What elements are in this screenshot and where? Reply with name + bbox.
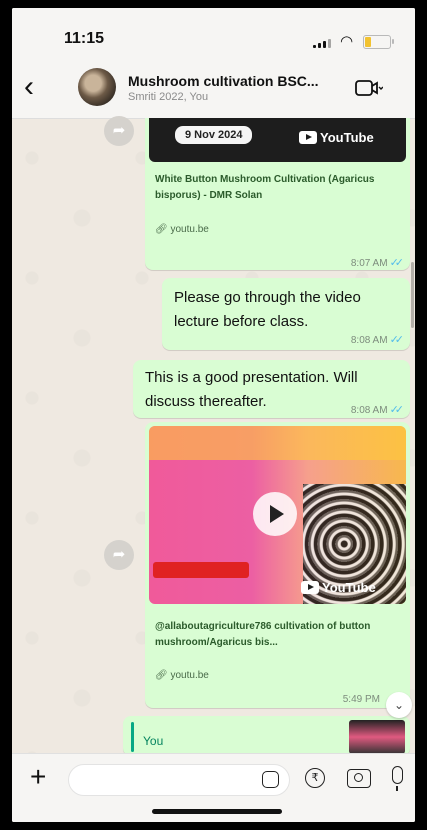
read-ticks-icon: ✓✓ xyxy=(389,334,405,346)
video-thumbnail[interactable]: YouTube xyxy=(149,426,406,604)
link-title[interactable]: @allaboutagriculture786 cultivation of b… xyxy=(155,619,395,651)
signal-icon xyxy=(313,38,331,48)
scrollbar[interactable] xyxy=(411,262,414,328)
message-time: 8:08 AM ✓✓ xyxy=(350,334,405,346)
link-domain[interactable]: 🔗︎ youtu.be xyxy=(155,224,209,235)
youtube-logo: YouTube xyxy=(299,130,374,145)
camera-icon[interactable] xyxy=(347,769,371,788)
quoted-thumbnail xyxy=(349,720,405,754)
chat-header: ‹ Mushroom cultivation BSC... Smriti 202… xyxy=(12,60,415,119)
sticker-icon[interactable] xyxy=(262,771,279,788)
quoted-author: You xyxy=(143,734,164,748)
home-indicator[interactable] xyxy=(152,809,282,814)
link-title[interactable]: White Button Mushroom Cultivation (Agari… xyxy=(155,172,395,204)
message-time: 8:08 AM ✓✓ xyxy=(350,404,405,416)
message-input[interactable] xyxy=(68,764,290,796)
video-call-icon[interactable] xyxy=(355,78,383,98)
thumbnail-banner xyxy=(149,426,406,460)
plus-icon[interactable]: + xyxy=(30,762,46,792)
link-preview-message[interactable]: 9 Nov 2024 YouTube White Button Mushroom… xyxy=(145,118,410,270)
message-time: 5:49 PM xyxy=(342,694,380,705)
play-icon[interactable] xyxy=(253,492,297,536)
status-bar: 11:15 ◠ xyxy=(12,8,415,60)
message-time: 8:07 AM ✓✓ xyxy=(350,257,405,269)
link-domain[interactable]: 🔗︎ youtu.be xyxy=(155,670,209,681)
date-label: 9 Nov 2024 xyxy=(175,126,253,144)
read-ticks-icon: ✓✓ xyxy=(389,404,405,416)
rupee-payment-icon[interactable]: ₹ xyxy=(305,768,325,788)
scroll-down-icon[interactable]: ⌄ xyxy=(386,692,412,718)
video-thumbnail[interactable]: 9 Nov 2024 YouTube xyxy=(149,118,406,162)
youtube-logo: YouTube xyxy=(301,580,376,595)
reply-message[interactable]: You xyxy=(123,716,410,756)
thumbnail-tag xyxy=(153,562,249,578)
chevron-left-icon[interactable]: ‹ xyxy=(24,72,34,102)
battery-icon xyxy=(363,35,394,49)
forward-icon[interactable]: ➦ xyxy=(104,116,134,146)
text-message[interactable]: This is a good presentation. Will discus… xyxy=(133,360,410,418)
mic-icon[interactable] xyxy=(392,766,403,791)
read-ticks-icon: ✓✓ xyxy=(389,257,405,269)
forward-icon[interactable]: ➦ xyxy=(104,540,134,570)
wifi-icon: ◠ xyxy=(340,33,354,50)
group-title[interactable]: Mushroom cultivation BSC... xyxy=(128,73,319,89)
video-preview-message[interactable]: YouTube @allaboutagriculture786 cultivat… xyxy=(145,422,410,708)
group-avatar[interactable] xyxy=(78,68,116,106)
quote-bar xyxy=(131,722,134,752)
phone-screen: 11:15 ◠ ‹ Mushroom cultivation BSC... Sm… xyxy=(12,8,415,822)
group-members: Smriti 2022, You xyxy=(128,91,209,103)
status-time: 11:15 xyxy=(64,30,105,47)
text-message[interactable]: Please go through the video lecture befo… xyxy=(162,278,410,350)
message-text: Please go through the video lecture befo… xyxy=(174,289,361,330)
